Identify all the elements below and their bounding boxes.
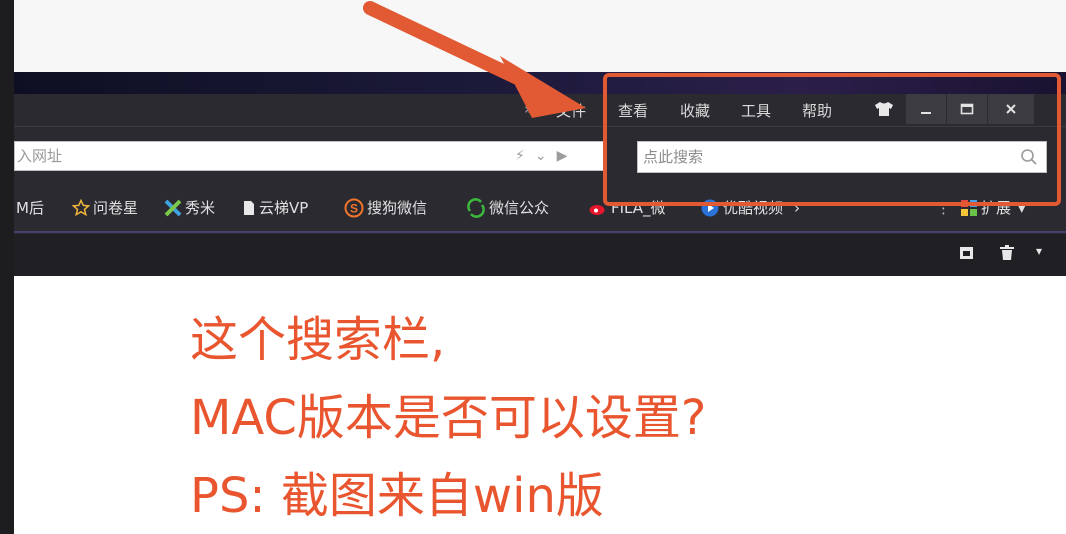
- annotation-arrow-icon: [363, 1, 586, 118]
